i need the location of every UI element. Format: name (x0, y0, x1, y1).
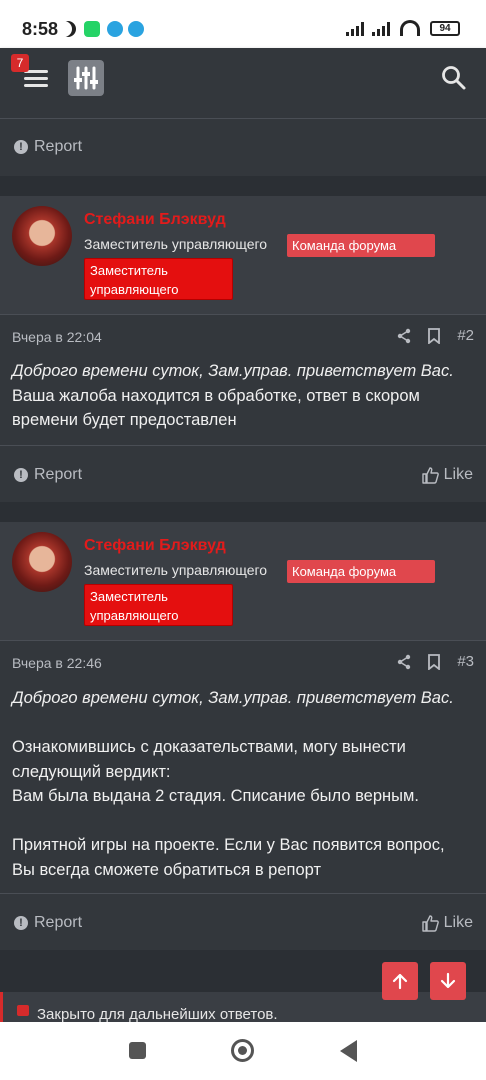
report-button[interactable]: ! Report (14, 138, 82, 156)
telegram-icon (107, 21, 123, 37)
app-header: 7 (0, 48, 486, 108)
post-line: Приятной игры на проекте. Если у Вас поя… (12, 836, 445, 854)
post-line: Ваша жалоба находится в обработке, ответ… (12, 386, 420, 405)
report-button[interactable]: ! Report (14, 914, 82, 932)
signal-icon (372, 22, 394, 36)
bookmark-icon[interactable] (427, 653, 441, 670)
telegram-icon (128, 21, 144, 37)
author-name[interactable]: Стефани Блэквуд (84, 211, 226, 229)
closed-notice-text: Закрыто для дальнейших ответов. (37, 1006, 278, 1023)
filter-button[interactable] (68, 60, 104, 96)
post-tools: #2 (397, 327, 474, 344)
status-bar: 8:58 94 (0, 0, 486, 48)
search-button[interactable] (440, 64, 468, 92)
user-title: Заместитель управляющего (84, 562, 268, 578)
system-nav-bar (0, 1022, 486, 1080)
post-body: Доброго времени суток, Зам.управ. привет… (12, 686, 478, 882)
alert-icon: ! (14, 468, 28, 482)
thumbs-up-icon (421, 466, 439, 484)
post-line: времени будет предоставлен (12, 411, 237, 429)
back-button[interactable] (340, 1040, 357, 1062)
alert-icon: ! (14, 916, 28, 930)
like-button[interactable]: Like (421, 466, 473, 484)
search-icon (442, 66, 466, 90)
whatsapp-icon (84, 21, 100, 37)
post-line: Вам была выдана 2 стадия. Списание было … (12, 787, 419, 805)
avatar[interactable] (12, 206, 72, 266)
user-banner-team: Команда форума (287, 560, 435, 583)
recents-button[interactable] (129, 1042, 146, 1059)
user-banner-role: Заместитель управляющего (84, 258, 233, 300)
scroll-up-button[interactable] (382, 962, 418, 1000)
wifi-icon (400, 20, 420, 36)
status-time: 8:58 (22, 19, 59, 39)
post-number[interactable]: #3 (457, 653, 474, 670)
lock-icon (17, 1005, 29, 1016)
post-line: Вы всегда сможете обратиться в репорт (12, 860, 322, 879)
post-card: Стефани Блэквуд Заместитель управляющего… (0, 196, 486, 502)
user-banner-team: Команда форума (287, 234, 435, 257)
post-line: Доброго времени суток, Зам.управ. привет… (12, 362, 454, 380)
report-button[interactable]: ! Report (14, 466, 82, 484)
post-date[interactable]: Вчера в 22:46 (12, 655, 102, 671)
arrow-down-icon (440, 972, 456, 989)
post-line (12, 809, 478, 834)
author-name[interactable]: Стефани Блэквуд (84, 537, 226, 555)
like-button[interactable]: Like (421, 914, 473, 932)
arrow-up-icon (392, 973, 408, 990)
post-date[interactable]: Вчера в 22:04 (12, 329, 102, 345)
post-card: Стефани Блэквуд Заместитель управляющего… (0, 522, 486, 950)
user-banner-role: Заместитель управляющего (84, 584, 233, 626)
share-icon[interactable] (397, 328, 411, 344)
thumbs-up-icon (421, 914, 439, 932)
signal-icon (346, 22, 368, 36)
user-title: Заместитель управляющего (84, 236, 268, 252)
post-line: следующий вердикт: (12, 762, 171, 781)
post-number[interactable]: #2 (457, 327, 474, 344)
share-icon[interactable] (397, 654, 411, 670)
post-line (12, 711, 478, 736)
notification-badge: 7 (11, 54, 29, 72)
bookmark-icon[interactable] (427, 327, 441, 344)
do-not-disturb-icon (60, 21, 76, 37)
post-body: Доброго времени суток, Зам.управ. привет… (12, 359, 478, 433)
home-button[interactable] (231, 1039, 254, 1062)
post-line: Ознакомившись с доказательствами, могу в… (12, 738, 406, 756)
battery-icon: 94 (430, 21, 460, 36)
post-line: Доброго времени суток, Зам.управ. привет… (12, 689, 454, 707)
post-card: ! Report (0, 108, 486, 176)
post-tools: #3 (397, 653, 474, 670)
scroll-down-button[interactable] (430, 962, 466, 1000)
sliders-icon (74, 66, 98, 90)
avatar[interactable] (12, 532, 72, 592)
alert-icon: ! (14, 140, 28, 154)
